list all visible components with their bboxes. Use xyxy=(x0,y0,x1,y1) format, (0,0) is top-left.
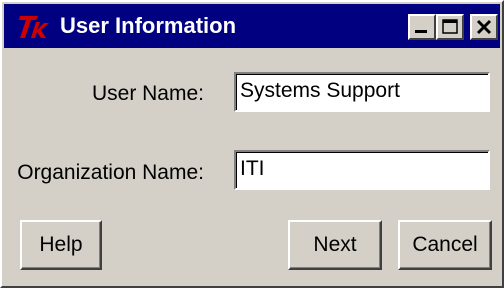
dialog-window: User Information User Name: Organization… xyxy=(0,0,504,288)
organization-name-label: Organization Name: xyxy=(17,161,204,184)
tk-logo-icon xyxy=(19,16,49,38)
close-icon xyxy=(476,19,492,35)
user-name-label: User Name: xyxy=(91,82,204,105)
organization-name-input[interactable] xyxy=(240,155,482,183)
organization-name-field-frame xyxy=(234,150,490,190)
maximize-button[interactable] xyxy=(436,14,464,40)
maximize-icon xyxy=(442,19,458,34)
title-bar[interactable]: User Information xyxy=(4,4,500,48)
next-button[interactable]: Next xyxy=(288,220,382,270)
help-button[interactable]: Help xyxy=(20,220,102,270)
close-button[interactable] xyxy=(470,14,498,40)
cancel-button[interactable]: Cancel xyxy=(398,220,492,270)
minimize-icon xyxy=(415,30,427,33)
minimize-button[interactable] xyxy=(408,14,436,40)
user-name-input[interactable] xyxy=(240,77,482,105)
user-name-field-frame xyxy=(234,72,490,112)
window-title: User Information xyxy=(60,13,237,38)
